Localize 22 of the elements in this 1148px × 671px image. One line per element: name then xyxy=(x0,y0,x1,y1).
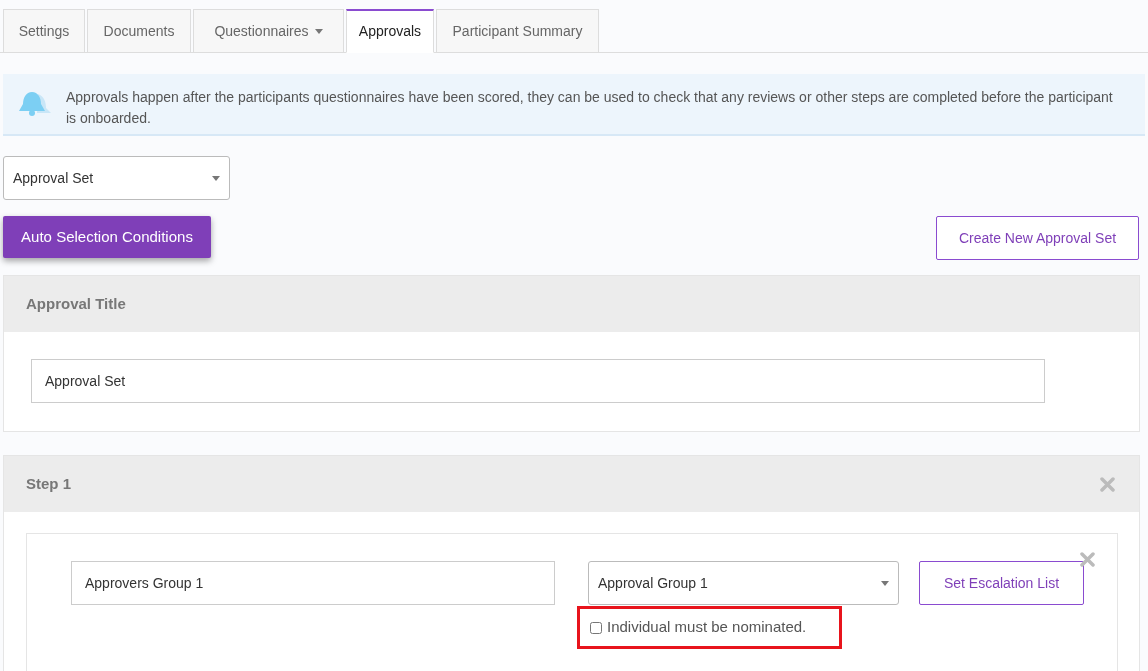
checkbox[interactable] xyxy=(590,621,602,634)
dropdown-field[interactable]: Approval Group 1 xyxy=(588,561,899,605)
auto-selection-button[interactable]: Auto Selection Conditions xyxy=(3,216,211,258)
caret-icon xyxy=(881,580,889,586)
panel-heading: Approval Title xyxy=(26,293,126,314)
approver-name-input[interactable]: Approvers Group 1 xyxy=(71,561,555,605)
step-heading: Step 1 xyxy=(26,473,71,494)
escalation-list-button[interactable]: Set Escalation List xyxy=(919,561,1084,605)
info-text: Approvals happen after the participants questionnaires have been scored, they can be used to check that any reviews or other steps are completed before the participant is onboarded. xyxy=(66,88,1114,128)
caret-icon xyxy=(212,175,220,181)
tab[interactable]: Participant Summary xyxy=(436,9,599,53)
dropdown-field[interactable]: Approval Set xyxy=(3,156,230,200)
bell-icon xyxy=(18,90,52,118)
close-icon[interactable] xyxy=(1100,476,1115,492)
nominated-checkbox[interactable]: Individual must be nominated. xyxy=(590,616,807,639)
tab[interactable]: Settings xyxy=(3,9,85,53)
create-approval-set-button[interactable]: Create New Approval Set xyxy=(936,216,1139,260)
tab[interactable]: Questionnaires xyxy=(193,9,344,53)
title-input[interactable]: Approval Set xyxy=(31,359,1045,403)
tab[interactable]: Approvals xyxy=(346,9,434,53)
tab[interactable]: Documents xyxy=(87,9,191,53)
close-icon[interactable] xyxy=(1080,552,1095,567)
